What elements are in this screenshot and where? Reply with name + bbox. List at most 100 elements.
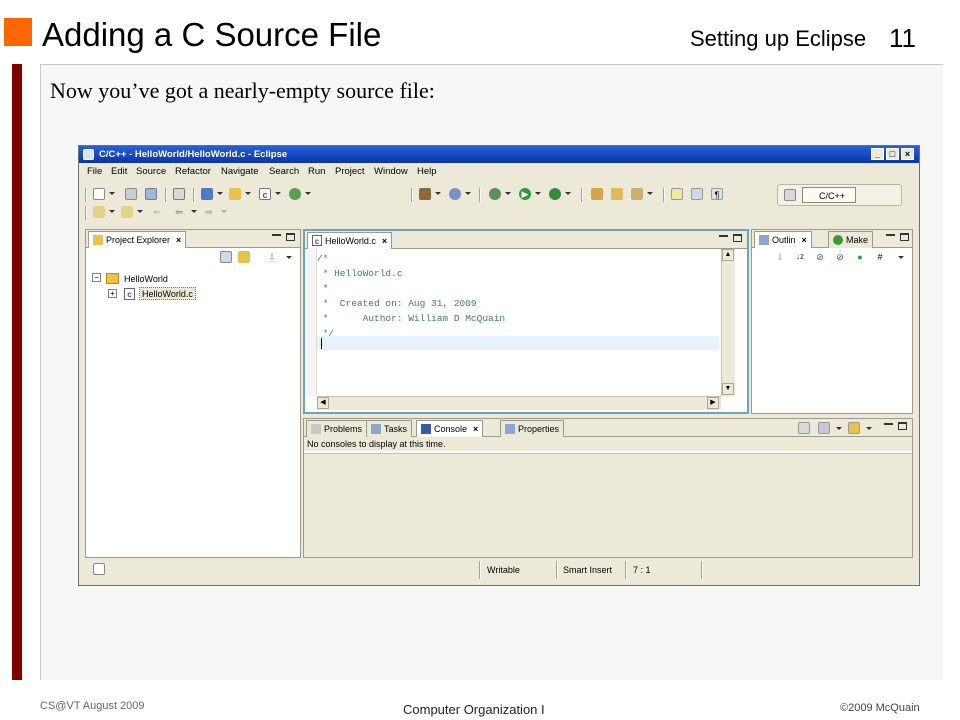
new-project-icon[interactable] [201, 188, 213, 200]
previous-annotation-dropdown-icon[interactable] [137, 210, 143, 213]
menu-search[interactable]: Search [269, 166, 299, 177]
menu-file[interactable]: File [87, 166, 102, 177]
save-icon[interactable] [125, 188, 137, 200]
build-dropdown-icon[interactable] [435, 192, 441, 195]
outline-toolbar-icon[interactable]: ⇩ [774, 251, 786, 263]
display-console-icon[interactable] [818, 422, 830, 434]
maximize-view-icon[interactable] [898, 422, 907, 430]
maximize-view-icon[interactable] [286, 233, 295, 241]
hide-macros-icon[interactable]: # [874, 251, 886, 263]
menu-window[interactable]: Window [374, 166, 408, 177]
collapse-toggle-icon[interactable]: − [92, 273, 101, 282]
tab-tasks[interactable]: Tasks [366, 420, 413, 437]
code-line-1[interactable]: /* [317, 253, 328, 264]
minimize-window-button[interactable]: _ [871, 148, 884, 160]
back-icon[interactable]: ⇦ [173, 206, 185, 218]
sort-icon[interactable]: ↓z [794, 251, 806, 263]
build-binary-icon[interactable] [173, 188, 185, 200]
run-icon[interactable]: ▶ [519, 188, 531, 200]
new-class-icon[interactable] [289, 188, 301, 200]
new-source-file-dropdown-icon[interactable] [275, 192, 281, 195]
forward-dropdown-icon[interactable] [221, 210, 227, 213]
maximize-editor-icon[interactable] [733, 234, 742, 242]
print-icon[interactable] [145, 188, 157, 200]
code-line-3[interactable]: * [317, 283, 329, 294]
minimize-view-icon[interactable] [272, 234, 281, 236]
tab-outline[interactable]: Outlin × [754, 231, 812, 248]
open-type-icon[interactable] [591, 188, 603, 200]
new-class-dropdown-icon[interactable] [305, 192, 311, 195]
menu-source[interactable]: Source [136, 166, 166, 177]
tab-project-explorer[interactable]: Project Explorer × [88, 231, 187, 248]
target-icon[interactable] [449, 188, 461, 200]
close-tab-icon[interactable]: × [473, 424, 478, 434]
new-dropdown-icon[interactable] [109, 192, 115, 195]
tab-editor-helloworld-c[interactable]: c HelloWorld.c × [307, 232, 393, 249]
new-source-file-icon[interactable]: c [259, 188, 271, 200]
code-line-5[interactable]: * Author: William D McQuain [317, 313, 505, 324]
hide-fields-icon[interactable]: ⊘ [814, 251, 826, 263]
debug-dropdown-icon[interactable] [505, 192, 511, 195]
run-dropdown-icon[interactable] [535, 192, 541, 195]
last-edit-location-icon[interactable]: ⇐ [151, 206, 163, 218]
outline-view-menu-icon[interactable] [898, 256, 904, 259]
mark-occurrences-icon[interactable] [671, 188, 683, 200]
new-icon[interactable] [93, 188, 105, 200]
editor-vertical-scrollbar[interactable]: ▲ ▼ [721, 249, 735, 396]
external-tools-icon[interactable] [549, 188, 561, 200]
tree-item-helloworld-project[interactable]: − HelloWorld [92, 272, 212, 286]
build-hammer-icon[interactable] [419, 188, 431, 200]
show-whitespace-icon[interactable]: ¶ [711, 188, 723, 200]
menu-help[interactable]: Help [417, 166, 437, 177]
editor-horizontal-scrollbar[interactable]: ◀ ▶ [317, 396, 721, 410]
code-line-4[interactable]: * Created on: Aug 31, 2009 [317, 298, 477, 309]
open-element-icon[interactable] [611, 188, 623, 200]
toggle-block-selection-icon[interactable] [691, 188, 703, 200]
search-dropdown-icon[interactable] [647, 192, 653, 195]
close-tab-icon[interactable]: × [382, 236, 387, 246]
maximize-window-button[interactable]: □ [886, 148, 899, 160]
tab-console[interactable]: Console × [416, 420, 484, 437]
menu-edit[interactable]: Edit [111, 166, 127, 177]
next-annotation-dropdown-icon[interactable] [109, 210, 115, 213]
menu-project[interactable]: Project [335, 166, 365, 177]
close-tab-icon[interactable]: × [176, 235, 181, 245]
minimize-view-icon[interactable] [886, 234, 895, 236]
tab-make[interactable]: Make [828, 231, 874, 248]
collapse-all-icon[interactable] [220, 251, 232, 263]
code-line-2[interactable]: * HelloWorld.c [317, 268, 403, 279]
hide-non-public-icon[interactable]: ● [854, 251, 866, 263]
tab-problems[interactable]: Problems [306, 420, 368, 437]
scroll-left-icon[interactable]: ◀ [317, 397, 329, 409]
pin-console-icon[interactable] [798, 422, 810, 434]
scroll-right-icon[interactable]: ▶ [707, 397, 719, 409]
new-project-dropdown-icon[interactable] [217, 192, 223, 195]
forward-icon[interactable]: ⇨ [203, 206, 215, 218]
fast-view-icon[interactable] [93, 563, 105, 575]
next-annotation-icon[interactable] [93, 206, 105, 218]
external-tools-dropdown-icon[interactable] [565, 192, 571, 195]
hide-static-icon[interactable]: ⊘ [834, 251, 846, 263]
tab-properties[interactable]: Properties [500, 420, 565, 437]
scroll-down-icon[interactable]: ▼ [722, 383, 734, 395]
menu-refactor[interactable]: Refactor [175, 166, 211, 177]
display-console-dropdown-icon[interactable] [836, 427, 842, 430]
perspective-c-cpp-button[interactable]: C/C++ [802, 187, 856, 203]
new-folder-icon[interactable] [229, 188, 241, 200]
close-window-button[interactable]: × [901, 148, 914, 160]
scroll-up-icon[interactable]: ▲ [722, 249, 734, 261]
maximize-view-icon[interactable] [900, 233, 909, 241]
view-menu-icon[interactable]: ⇩ [266, 251, 278, 263]
target-dropdown-icon[interactable] [465, 192, 471, 195]
menu-run[interactable]: Run [308, 166, 325, 177]
link-with-editor-icon[interactable] [238, 251, 250, 263]
minimize-view-icon[interactable] [884, 423, 893, 425]
new-folder-dropdown-icon[interactable] [245, 192, 251, 195]
back-dropdown-icon[interactable] [191, 210, 197, 213]
view-menu-dropdown-icon[interactable] [286, 256, 292, 259]
previous-annotation-icon[interactable] [121, 206, 133, 218]
code-line-6[interactable]: */ [317, 328, 334, 339]
debug-icon[interactable] [489, 188, 501, 200]
console-output-area[interactable] [304, 453, 912, 557]
search-icon[interactable] [631, 188, 643, 200]
